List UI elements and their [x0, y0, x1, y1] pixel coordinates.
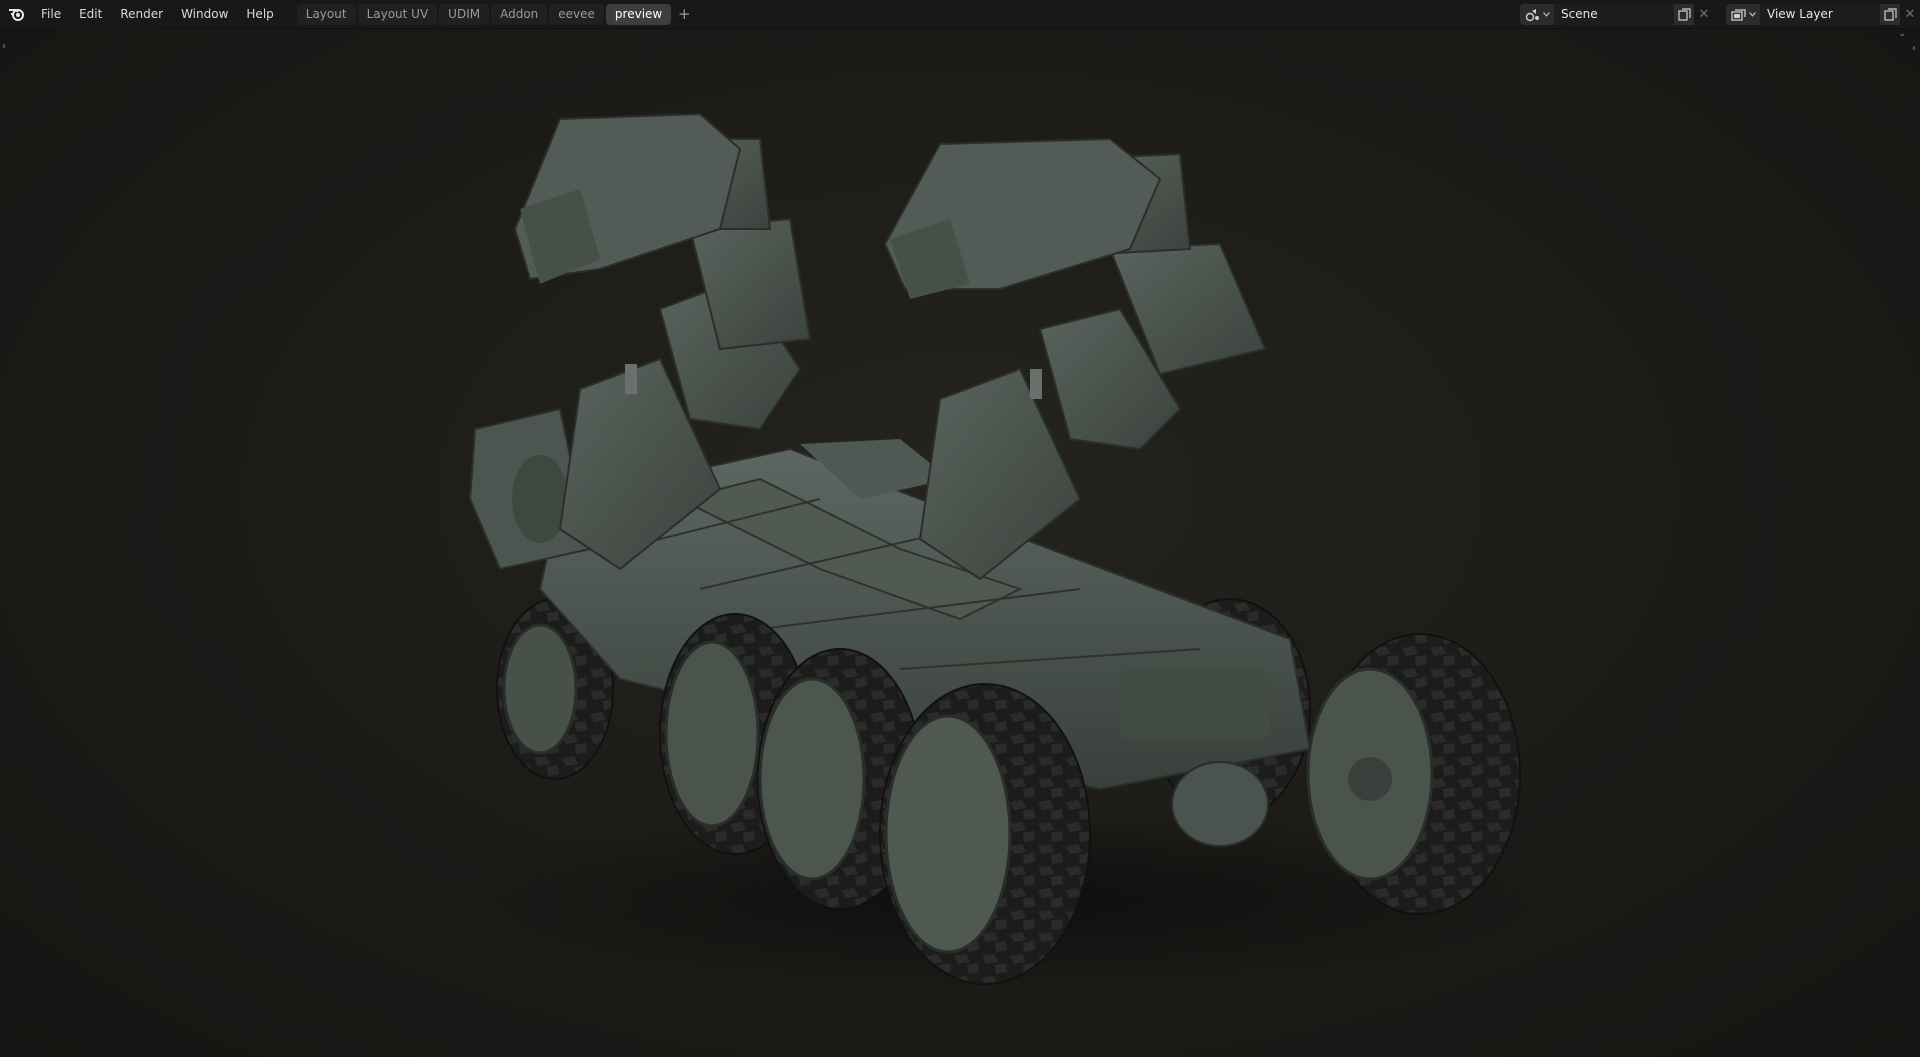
close-icon: ✕ — [1904, 7, 1916, 22]
menu-edit[interactable]: Edit — [70, 0, 111, 29]
claw-arm-right — [883, 137, 1267, 581]
menu-help[interactable]: Help — [237, 0, 282, 29]
rendered-vehicle-image — [440, 112, 1560, 989]
scene-name-field[interactable]: Scene — [1554, 4, 1674, 25]
3d-viewport[interactable]: › ‹ ⌄ — [0, 29, 1920, 1057]
tab-eevee[interactable]: eevee — [549, 3, 604, 25]
tab-layout-uv[interactable]: Layout UV — [357, 3, 438, 25]
scene-viewlayer-selectors: Scene ✕ View Layer ✕ — [1520, 0, 1920, 29]
delete-scene-button[interactable]: ✕ — [1694, 4, 1714, 25]
new-scene-button[interactable] — [1674, 4, 1694, 25]
view-layer-name-field[interactable]: View Layer — [1760, 4, 1880, 25]
scene-icon — [1525, 8, 1539, 21]
chevron-down-icon — [1542, 12, 1550, 17]
duplicate-icon — [1677, 8, 1691, 21]
render-layers-icon — [1730, 8, 1746, 21]
tab-layout[interactable]: Layout — [296, 3, 356, 25]
wheel-front-left — [879, 683, 1091, 985]
delete-view-layer-button[interactable]: ✕ — [1900, 4, 1920, 25]
tab-udim[interactable]: UDIM — [439, 3, 490, 25]
workspace-tabs: Layout Layout UV UDIM Addon eevee previe… — [296, 3, 695, 25]
top-bar: File Edit Render Window Help Layout Layo… — [0, 0, 1920, 29]
blender-logo-icon[interactable] — [2, 0, 32, 29]
new-view-layer-button[interactable] — [1880, 4, 1900, 25]
duplicate-icon — [1883, 8, 1897, 21]
menu-file[interactable]: File — [32, 0, 70, 29]
scene-selector-button[interactable] — [1520, 4, 1554, 25]
main-menu: File Edit Render Window Help — [32, 0, 283, 29]
chevron-down-icon — [1748, 12, 1756, 17]
menu-render[interactable]: Render — [111, 0, 172, 29]
view-layer-selector-button[interactable] — [1726, 4, 1760, 25]
tab-preview[interactable]: preview — [605, 3, 672, 25]
menu-window[interactable]: Window — [172, 0, 237, 29]
add-workspace-button[interactable]: + — [673, 4, 695, 25]
tab-addon[interactable]: Addon — [491, 3, 548, 25]
close-icon: ✕ — [1698, 7, 1710, 22]
